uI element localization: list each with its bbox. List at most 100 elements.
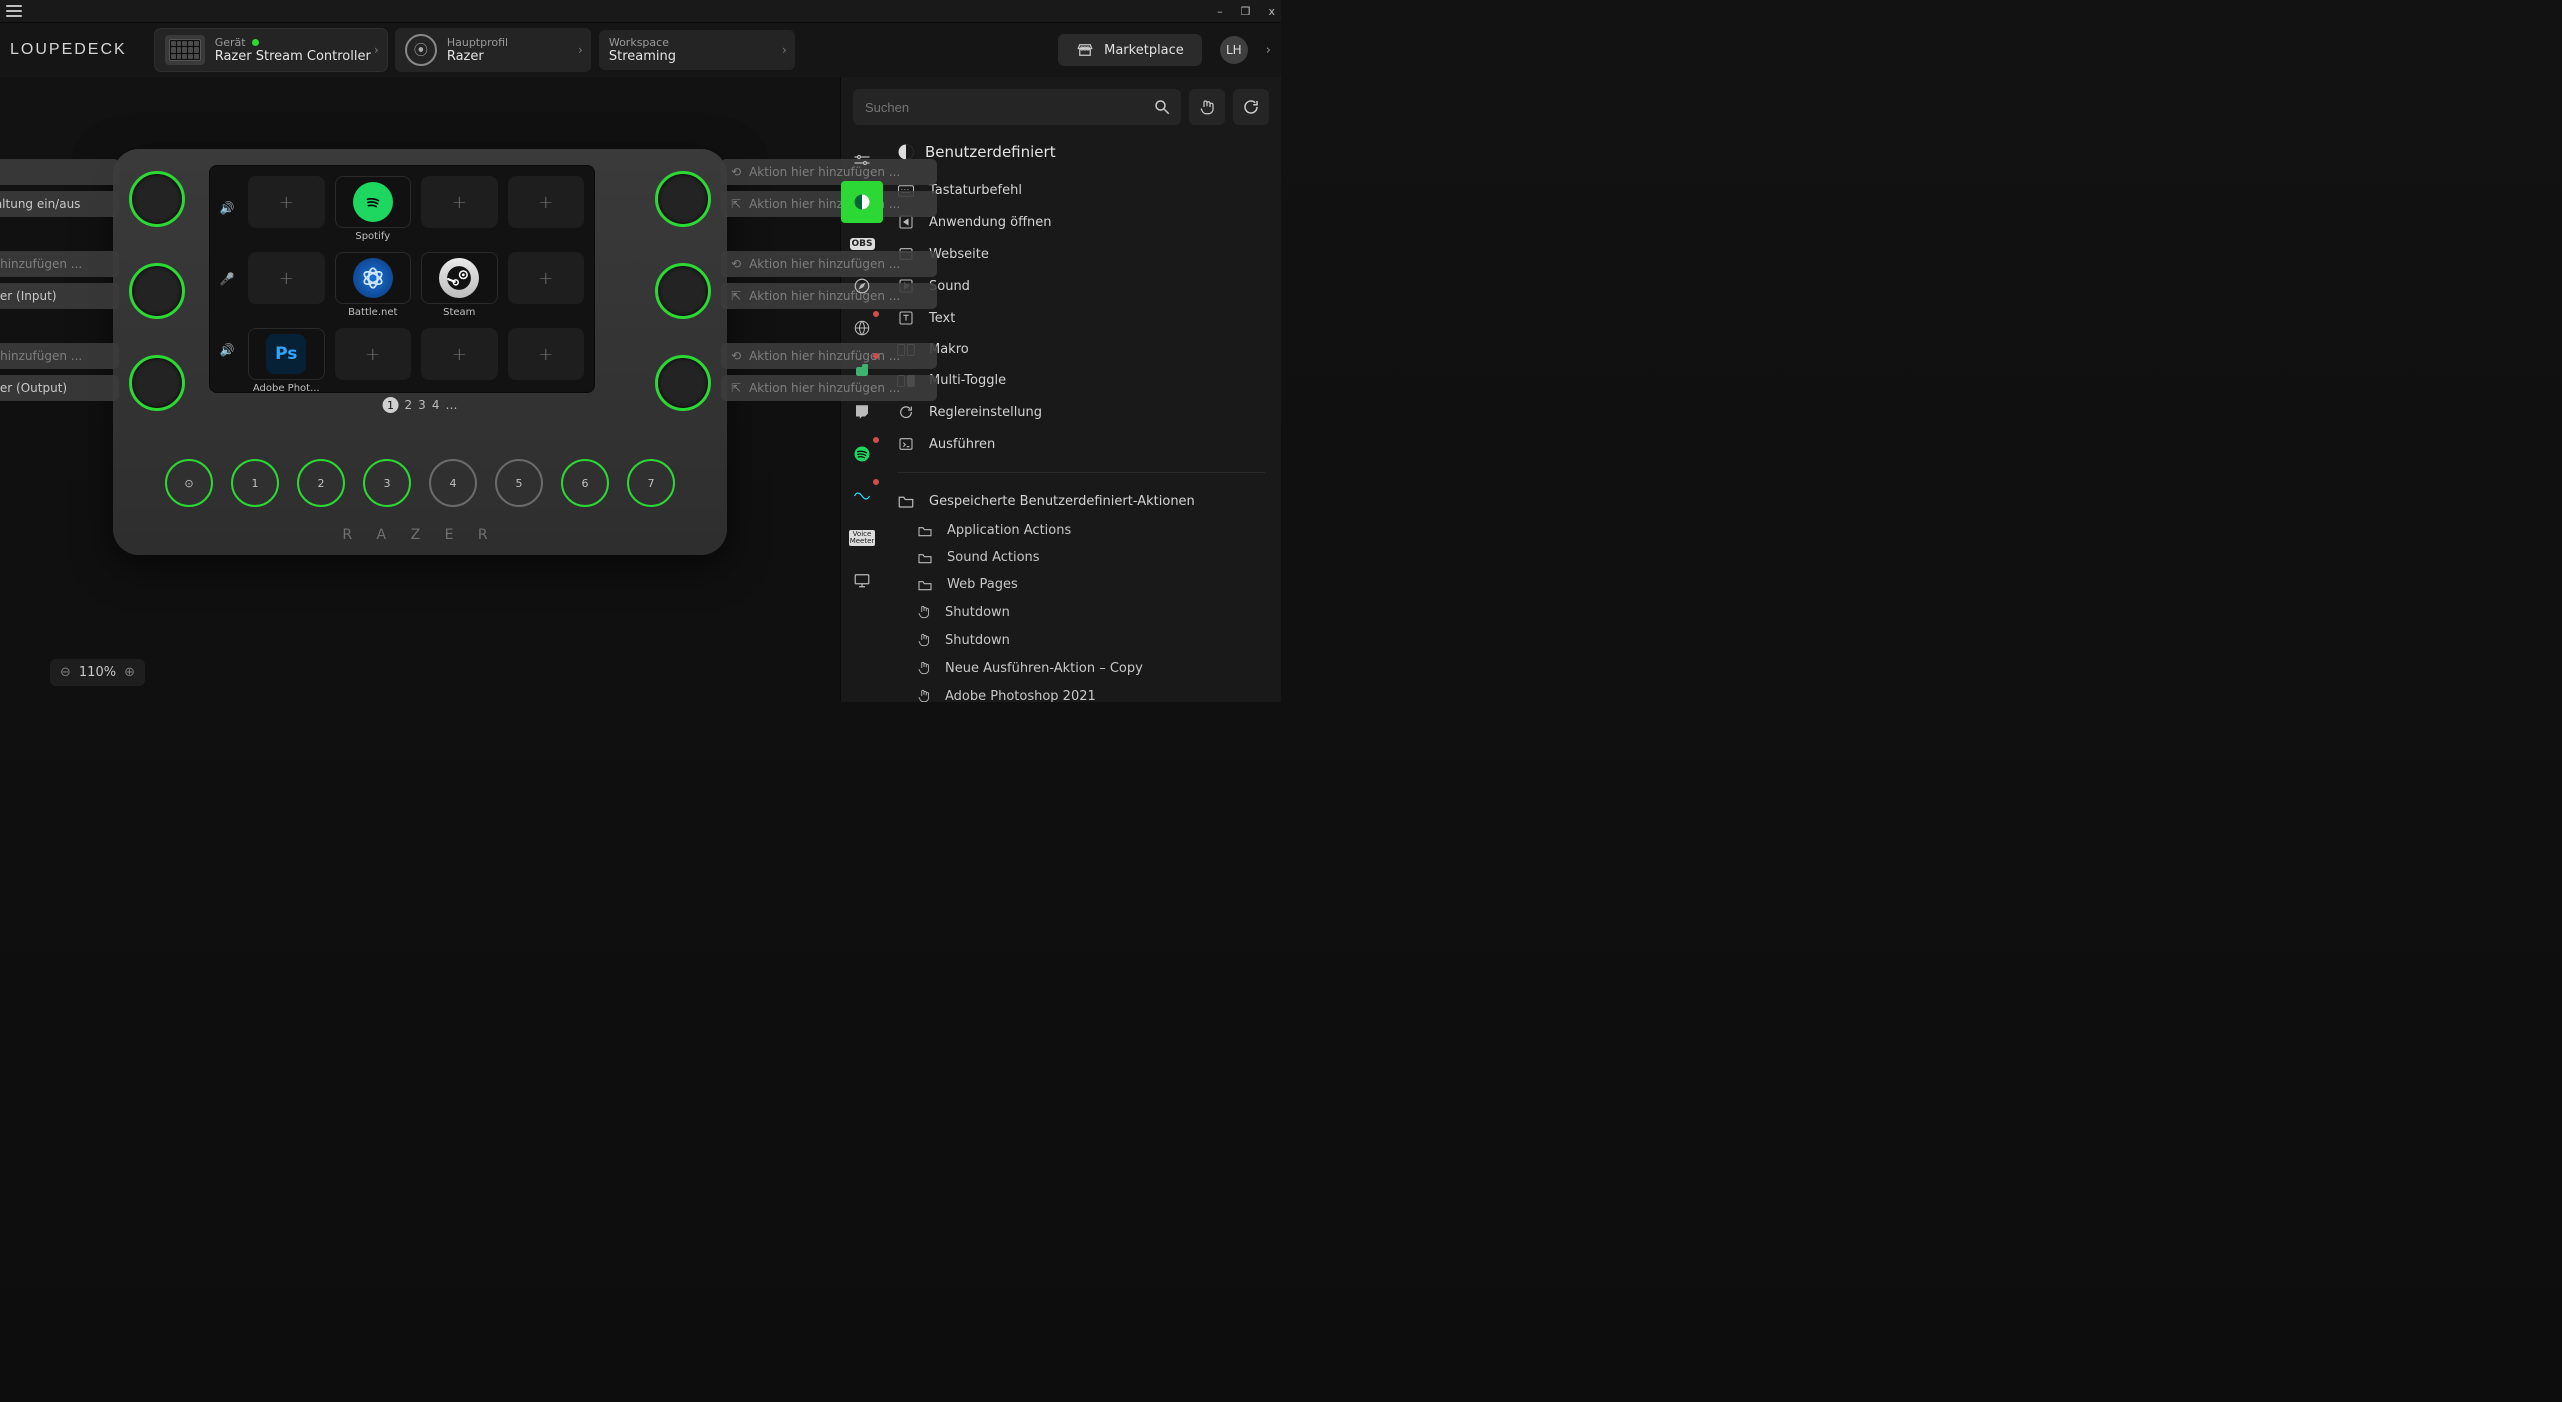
window-close[interactable]: x — [1268, 5, 1275, 18]
touch-tile[interactable]: + — [508, 328, 585, 380]
saved-action-photoshop[interactable]: Adobe Photoshop 2021 — [887, 682, 1275, 702]
saved-actions-header[interactable]: Gespeicherte Benutzerdefiniert-Aktionen — [887, 485, 1275, 517]
marketplace-icon — [1076, 42, 1094, 58]
saved-action-shutdown-2[interactable]: Shutdown — [887, 626, 1275, 654]
dial-l1[interactable] — [129, 171, 185, 227]
round-button-home[interactable]: ⊙ — [165, 459, 213, 507]
dial-rotate-action[interactable]: ⟲Aktion hier hinzufügen ... — [0, 343, 119, 369]
dial-rotate-action[interactable]: ⟲Aktion hier hinzufügen ... — [721, 343, 937, 369]
dial-rotate-action[interactable]: ⟲Aktion hier hinzufügen ... — [0, 251, 119, 277]
next-arrow-icon[interactable]: › — [1266, 43, 1271, 58]
dial-r2[interactable] — [655, 263, 711, 319]
page-1[interactable]: 1 — [383, 397, 399, 413]
round-button-7[interactable]: 7 — [627, 459, 675, 507]
dial-press-action[interactable]: ⇱Aktion hier hinzufügen ... — [721, 191, 937, 217]
tab-compass[interactable] — [841, 265, 883, 307]
touch-tile[interactable]: + — [248, 176, 325, 228]
tab-globe[interactable] — [841, 307, 883, 349]
action-macro[interactable]: Makro — [887, 334, 1275, 365]
action-dial-setting[interactable]: Reglereinstellung — [887, 396, 1275, 428]
workspace-selector[interactable]: Workspace Streaming › — [599, 30, 795, 70]
dial-l2[interactable] — [129, 263, 185, 319]
dial-press-action[interactable]: ⇱Volume Mixer (Output) — [0, 375, 119, 401]
dial-press-action[interactable]: ⇱Aktion hier hinzufügen ... — [721, 283, 937, 309]
dial-l3[interactable] — [129, 355, 185, 411]
round-button-1[interactable]: 1 — [231, 459, 279, 507]
tab-obs[interactable]: OBS — [841, 223, 883, 265]
marketplace-button[interactable]: Marketplace — [1058, 34, 1202, 66]
user-avatar[interactable]: LH — [1220, 36, 1248, 64]
dial-r3[interactable] — [655, 355, 711, 411]
round-button-5[interactable]: 5 — [495, 459, 543, 507]
touch-tile[interactable]: + — [421, 328, 498, 380]
touch-tile[interactable]: + — [335, 328, 412, 380]
search-input[interactable] — [863, 99, 1153, 116]
saved-action-run-copy[interactable]: Neue Ausführen-Aktion – Copy — [887, 654, 1275, 682]
touch-tile[interactable]: + — [248, 252, 325, 304]
window-minimize[interactable]: – — [1217, 5, 1223, 18]
drag-mode-button[interactable] — [1189, 89, 1225, 125]
device-selector[interactable]: Gerät Razer Stream Controller › — [155, 29, 387, 71]
touch-tile-photoshop[interactable]: Ps — [248, 328, 325, 380]
zoom-out-icon[interactable]: ⊖ — [60, 665, 71, 680]
plus-icon: + — [538, 268, 553, 289]
round-button-2[interactable]: 2 — [297, 459, 345, 507]
round-button-6[interactable]: 6 — [561, 459, 609, 507]
dial-press-action[interactable]: ⇱Volume Mixer (Input) — [0, 283, 119, 309]
device-stage: ⟲Lautstärke ⇱Stummschaltung ein/aus ⟲Akt… — [0, 77, 840, 702]
dial-rotate-action[interactable]: ⟲Lautstärke — [0, 159, 119, 185]
tab-wave[interactable] — [841, 475, 883, 517]
page-indicator: 1 2 3 4 … — [383, 397, 458, 413]
chevron-right-icon: › — [782, 43, 787, 57]
page-more[interactable]: … — [445, 398, 457, 412]
action-open-app[interactable]: Anwendung öffnen — [887, 206, 1275, 238]
action-multi-toggle[interactable]: Multi-Toggle — [887, 365, 1275, 396]
dial-rotate-action[interactable]: ⟲Aktion hier hinzufügen ... — [721, 251, 937, 277]
zoom-in-icon[interactable]: ⊕ — [124, 665, 135, 680]
dial-r1[interactable] — [655, 171, 711, 227]
round-button-4[interactable]: 4 — [429, 459, 477, 507]
action-sound[interactable]: Sound — [887, 270, 1275, 302]
profile-selector[interactable]: ⦿ Hauptprofil Razer › — [395, 28, 591, 72]
action-keyboard[interactable]: Tastaturbefehl — [887, 175, 1275, 206]
touch-tile-steam[interactable] — [421, 252, 498, 304]
tab-system[interactable] — [841, 559, 883, 601]
touch-tile-battlenet[interactable] — [335, 252, 412, 304]
tab-streamlabs[interactable] — [841, 349, 883, 391]
saved-folder-webpages[interactable]: Web Pages — [887, 571, 1275, 598]
action-text[interactable]: Text — [887, 302, 1275, 334]
speaker-icon: 🔊 — [220, 201, 235, 215]
action-webpage[interactable]: Webseite — [887, 238, 1275, 270]
saved-folder-sound[interactable]: Sound Actions — [887, 544, 1275, 571]
saved-action-shutdown[interactable]: Shutdown — [887, 598, 1275, 626]
saved-folder-applications[interactable]: Application Actions — [887, 517, 1275, 544]
tab-twitch[interactable] — [841, 391, 883, 433]
round-button-3[interactable]: 3 — [363, 459, 411, 507]
dial-rotate-action[interactable]: ⟲Aktion hier hinzufügen ... — [721, 159, 937, 185]
touch-tile[interactable]: + — [421, 176, 498, 228]
window-maximize[interactable]: ❐ — [1241, 5, 1251, 18]
tab-voicemeeter[interactable]: VoiceMeeter — [841, 517, 883, 559]
refresh-button[interactable] — [1233, 89, 1269, 125]
page-4[interactable]: 4 — [432, 398, 440, 412]
tile-label: Battle.net — [335, 307, 412, 318]
dial-press-action[interactable]: ⇱Aktion hier hinzufügen ... — [721, 375, 937, 401]
tab-custom[interactable] — [841, 181, 883, 223]
tile-label: Adobe Phot... — [248, 383, 325, 394]
plus-icon: + — [452, 344, 467, 365]
profile-label: Hauptprofil — [447, 36, 508, 49]
dial-press-action[interactable]: ⇱Stummschaltung ein/aus — [0, 191, 119, 217]
tab-settings[interactable] — [841, 139, 883, 181]
touch-tile[interactable]: + — [508, 176, 585, 228]
press-icon — [917, 660, 931, 676]
touch-tile-spotify[interactable] — [335, 176, 412, 228]
action-run[interactable]: Ausführen — [887, 428, 1275, 460]
page-2[interactable]: 2 — [405, 398, 413, 412]
page-3[interactable]: 3 — [418, 398, 426, 412]
search-field[interactable] — [853, 89, 1181, 125]
rotate-icon: ⟲ — [731, 165, 741, 179]
touch-tile[interactable]: + — [508, 252, 585, 304]
hamburger-menu[interactable] — [6, 5, 22, 17]
tab-spotify[interactable] — [841, 433, 883, 475]
folder-icon — [917, 551, 933, 565]
